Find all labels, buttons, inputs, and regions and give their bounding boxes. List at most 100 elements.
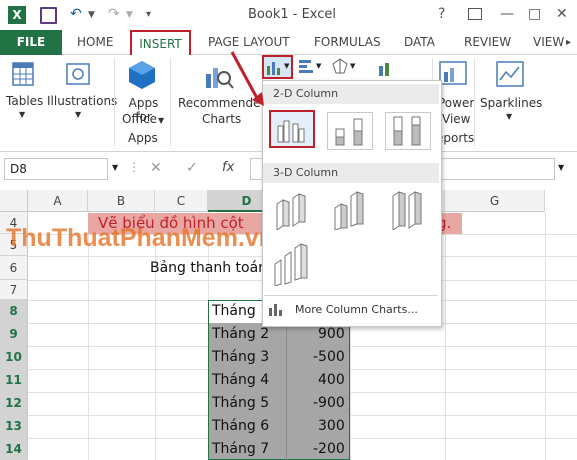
- row-header-8[interactable]: 8: [0, 300, 28, 323]
- tables-label: Tables: [6, 94, 44, 108]
- expand-formula-icon[interactable]: ▼: [558, 163, 564, 172]
- pivot-chart-button[interactable]: [378, 62, 398, 80]
- clustered-column-option[interactable]: [269, 110, 315, 148]
- gridline: [445, 212, 446, 460]
- 3d-column-option[interactable]: [269, 242, 315, 287]
- row-header-6[interactable]: 6: [0, 256, 28, 280]
- 3d-stacked-column-icon: [334, 191, 364, 231]
- redo-dropdown-icon[interactable]: ▼: [126, 10, 133, 20]
- annotation-arrow: [230, 51, 264, 106]
- ribbon-separator: [114, 58, 115, 146]
- office-dropdown-icon: ▼: [158, 116, 165, 125]
- undo-icon[interactable]: ↶: [70, 6, 82, 22]
- value-cell[interactable]: -900: [313, 395, 345, 411]
- window-title: Book1 - Excel: [248, 7, 337, 22]
- row-header-10[interactable]: 10: [0, 346, 28, 369]
- close-button[interactable]: ✕: [556, 6, 568, 22]
- minimize-button[interactable]: —: [500, 6, 514, 22]
- month-cell[interactable]: Tháng 4: [212, 372, 269, 388]
- illustrations-icon: [66, 63, 90, 85]
- column-header-g[interactable]: G: [445, 190, 545, 212]
- tab-review[interactable]: REVIEW: [464, 35, 511, 49]
- row-header-9[interactable]: 9: [0, 323, 28, 346]
- tab-data[interactable]: DATA: [404, 35, 435, 49]
- month-cell[interactable]: Tháng 7: [212, 441, 269, 457]
- tab-formulas[interactable]: FORMULAS: [314, 35, 381, 49]
- gallery-divider: [264, 295, 438, 296]
- value-cell[interactable]: -200: [313, 441, 345, 457]
- row-header-11[interactable]: 11: [0, 369, 28, 392]
- column-header-b[interactable]: B: [88, 190, 155, 212]
- ribbon-separator: [170, 58, 171, 146]
- 3d-clustered-column-icon: [276, 193, 306, 231]
- restore-button[interactable]: □: [528, 6, 541, 22]
- apps-for-label-2: Office: [122, 112, 158, 126]
- month-cell[interactable]: Tháng 3: [212, 349, 269, 365]
- stacked-column-icon: [335, 118, 363, 146]
- tab-view[interactable]: VIEW: [533, 35, 564, 49]
- stacked-column-option[interactable]: [327, 112, 373, 150]
- select-all-corner[interactable]: [0, 190, 28, 212]
- insert-function-icon[interactable]: fx: [222, 160, 234, 175]
- tab-page-layout[interactable]: PAGE LAYOUT: [208, 35, 290, 49]
- sparklines-button[interactable]: Sparklines ▼: [478, 58, 542, 130]
- month-cell[interactable]: Tháng 6: [212, 418, 269, 434]
- more-charts-label: More Column Charts...: [295, 303, 418, 316]
- name-box-dropdown-icon[interactable]: ▼: [112, 163, 118, 172]
- 100-stacked-column-option[interactable]: [385, 112, 431, 150]
- month-cell[interactable]: Tháng 5: [212, 395, 269, 411]
- save-icon[interactable]: [40, 7, 57, 24]
- column-header-a[interactable]: A: [28, 190, 88, 212]
- enter-icon[interactable]: ✓: [186, 160, 198, 176]
- 3d-stacked-column-option[interactable]: [327, 190, 373, 231]
- row-header-13[interactable]: 13: [0, 415, 28, 438]
- more-charts-icon: [269, 304, 282, 316]
- formula-dots-icon: ⋮: [128, 160, 140, 174]
- 3d-clustered-column-option[interactable]: [269, 190, 315, 231]
- tabs-scroll-icon[interactable]: ▸: [566, 37, 571, 48]
- row-header-12[interactable]: 12: [0, 392, 28, 415]
- watermark: ThuThuatPhanMem.vn: [6, 224, 275, 252]
- tab-insert[interactable]: INSERT: [130, 30, 191, 55]
- value-cell[interactable]: -500: [313, 349, 345, 365]
- redo-icon[interactable]: ↷: [108, 6, 120, 22]
- customize-toolbar-icon[interactable]: ▾: [146, 9, 151, 20]
- ribbon-display-icon[interactable]: [468, 8, 482, 20]
- excel-logo-icon: X: [8, 6, 26, 24]
- value-cell[interactable]: 400: [318, 372, 345, 388]
- illustrations-label: Illustrations: [47, 94, 118, 108]
- name-box[interactable]: D8: [4, 158, 108, 180]
- 3d-100-stacked-column-option[interactable]: [385, 190, 431, 231]
- tables-dropdown-icon: ▼: [19, 110, 26, 119]
- row-header-14[interactable]: 14: [0, 438, 28, 460]
- tab-file[interactable]: FILE: [0, 30, 62, 55]
- column-header-c[interactable]: C: [155, 190, 208, 212]
- help-icon[interactable]: ?: [438, 6, 445, 22]
- column-chart-dropdown-icon: ▼: [284, 62, 290, 70]
- power-view-label-1: Power: [438, 96, 475, 110]
- bar-chart-button[interactable]: ▼: [298, 58, 326, 78]
- recommended-charts-label-2: Charts: [202, 112, 242, 126]
- tables-button[interactable]: Tables ▼: [2, 58, 44, 126]
- ribbon-separator: [474, 58, 475, 146]
- office-store-icon: [129, 61, 155, 89]
- sparklines-dropdown-icon: ▼: [506, 112, 513, 121]
- more-column-charts-item[interactable]: More Column Charts...: [264, 298, 438, 322]
- row-header-7[interactable]: 7: [0, 280, 28, 300]
- value-cell[interactable]: 900: [318, 326, 345, 342]
- column-chart-icon: [267, 62, 280, 75]
- 3d-column-icon: [274, 243, 308, 287]
- undo-dropdown-icon[interactable]: ▼: [88, 10, 95, 20]
- radar-chart-icon: [332, 58, 348, 74]
- illustrations-button[interactable]: Illustrations ▼: [46, 58, 117, 126]
- 3d-100-stacked-column-icon: [392, 191, 422, 231]
- month-cell[interactable]: Tháng 2: [212, 326, 269, 342]
- value-cell[interactable]: 300: [318, 418, 345, 434]
- radar-chart-button[interactable]: ▼: [332, 58, 360, 78]
- 100-stacked-column-icon: [393, 116, 421, 146]
- month-cell[interactable]: Tháng 1: [212, 303, 269, 319]
- cancel-icon[interactable]: ✕: [150, 160, 162, 176]
- gallery-header-2d: 2-D Column: [263, 84, 439, 104]
- tab-home[interactable]: HOME: [77, 35, 113, 49]
- gridline: [545, 212, 546, 460]
